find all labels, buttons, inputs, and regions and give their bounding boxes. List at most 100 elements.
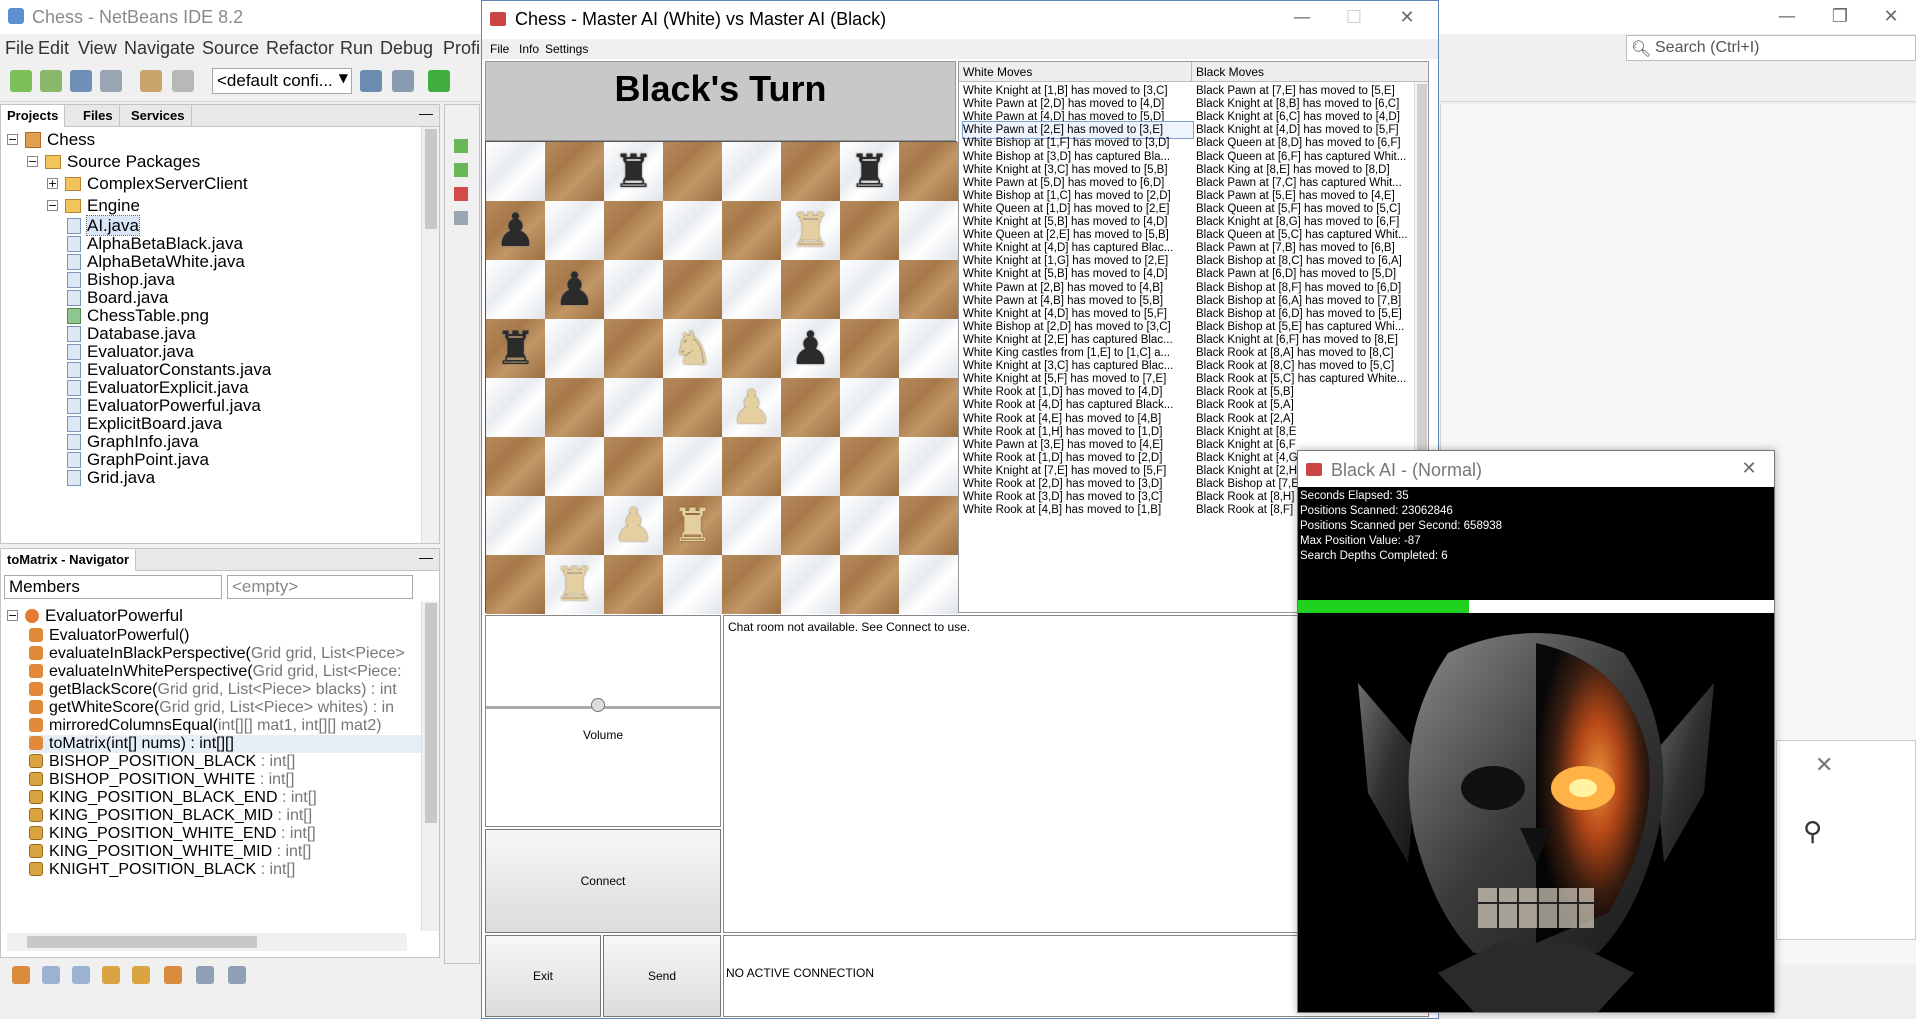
board-square[interactable] bbox=[486, 555, 545, 614]
board-square[interactable] bbox=[781, 260, 840, 319]
tree-file-item[interactable]: EvaluatorConstants.java bbox=[67, 361, 271, 379]
menu-run[interactable]: Run bbox=[340, 38, 373, 59]
board-square[interactable] bbox=[899, 142, 958, 201]
minimize-icon[interactable]: — bbox=[1287, 5, 1317, 31]
navigator-member-row[interactable]: evaluateInBlackPerspective(Grid grid, Li… bbox=[29, 645, 421, 663]
navigator-member-row[interactable]: KING_POSITION_BLACK_MID : int[] bbox=[29, 807, 421, 825]
board-square[interactable] bbox=[545, 437, 604, 496]
board-square[interactable] bbox=[899, 496, 958, 555]
board-square[interactable] bbox=[545, 319, 604, 378]
board-square[interactable] bbox=[899, 555, 958, 614]
board-square[interactable] bbox=[663, 201, 722, 260]
board-square[interactable] bbox=[899, 319, 958, 378]
filter-icon[interactable] bbox=[42, 966, 60, 984]
tree-file-item[interactable]: Database.java bbox=[67, 325, 196, 343]
tree-file-item[interactable]: EvaluatorExplicit.java bbox=[67, 379, 249, 397]
board-square[interactable] bbox=[781, 378, 840, 437]
tab-navigator[interactable]: toMatrix - Navigator bbox=[1, 549, 137, 571]
column-header-black-moves[interactable]: Black Moves bbox=[1192, 62, 1428, 82]
board-square[interactable] bbox=[840, 260, 899, 319]
filter-icon[interactable] bbox=[12, 966, 30, 984]
navigator-member-row[interactable]: EvaluatorPowerful() bbox=[29, 627, 421, 645]
board-square[interactable] bbox=[899, 437, 958, 496]
navigator-scrollbar[interactable] bbox=[421, 601, 439, 931]
white-rook-icon[interactable]: ♜ bbox=[663, 496, 722, 555]
white-rook-icon[interactable]: ♜ bbox=[781, 201, 840, 260]
board-square[interactable] bbox=[840, 437, 899, 496]
board-square[interactable] bbox=[663, 555, 722, 614]
board-square[interactable] bbox=[840, 555, 899, 614]
board-square[interactable] bbox=[722, 260, 781, 319]
menu-source[interactable]: Source bbox=[202, 38, 259, 59]
close-icon[interactable]: ✕ bbox=[1876, 4, 1906, 30]
build-icon[interactable] bbox=[360, 70, 382, 92]
board-square[interactable] bbox=[663, 260, 722, 319]
tab-projects[interactable]: Projects bbox=[1, 105, 66, 127]
board-square[interactable] bbox=[899, 260, 958, 319]
undo-icon[interactable] bbox=[140, 70, 162, 92]
menu-settings[interactable]: Settings bbox=[545, 42, 588, 56]
new-project-icon[interactable] bbox=[40, 70, 62, 92]
tree-file-item[interactable]: ExplicitBoard.java bbox=[67, 415, 222, 433]
board-square[interactable] bbox=[486, 142, 545, 201]
navigator-member-row[interactable]: getBlackScore(Grid grid, List<Piece> bla… bbox=[29, 681, 421, 699]
board-square[interactable] bbox=[781, 142, 840, 201]
restore-icon[interactable]: ❐ bbox=[1825, 4, 1855, 30]
white-rook-icon[interactable]: ♜ bbox=[545, 555, 604, 614]
navigator-member-row[interactable]: evaluateInWhitePerspective(Grid grid, Li… bbox=[29, 663, 421, 681]
column-header-white-moves[interactable]: White Moves bbox=[959, 62, 1192, 82]
tree-file-item[interactable]: Bishop.java bbox=[67, 271, 175, 289]
tree-file-item[interactable]: EvaluatorPowerful.java bbox=[67, 397, 261, 415]
board-square[interactable] bbox=[663, 437, 722, 496]
menu-navigate[interactable]: Navigate bbox=[124, 38, 195, 59]
open-project-icon[interactable] bbox=[70, 70, 92, 92]
black-pawn-icon[interactable]: ♟ bbox=[545, 260, 604, 319]
scrollbar-thumb[interactable] bbox=[1417, 84, 1427, 454]
board-square[interactable] bbox=[545, 201, 604, 260]
close-icon[interactable]: ✕ bbox=[1815, 753, 1833, 778]
collapse-icon[interactable]: − bbox=[27, 156, 38, 167]
tree-source-packages[interactable]: − Source Packages bbox=[27, 151, 200, 173]
tree-file-item[interactable]: Board.java bbox=[67, 289, 168, 307]
tree-file-item[interactable]: AlphaBetaBlack.java bbox=[67, 235, 243, 253]
collapse-icon[interactable]: − bbox=[7, 134, 18, 145]
board-square[interactable] bbox=[545, 142, 604, 201]
tree-file-item[interactable]: ChessTable.png bbox=[67, 307, 209, 325]
navigator-member-row[interactable]: KING_POSITION_WHITE_MID : int[] bbox=[29, 843, 421, 861]
tree-file-item[interactable]: Grid.java bbox=[67, 469, 155, 487]
navigator-class-row[interactable]: − EvaluatorPowerful bbox=[7, 605, 183, 627]
volume-slider-knob[interactable] bbox=[591, 698, 605, 712]
filter-icon[interactable] bbox=[164, 966, 182, 984]
run-icon[interactable] bbox=[428, 70, 450, 92]
board-square[interactable] bbox=[604, 260, 663, 319]
board-square[interactable] bbox=[604, 555, 663, 614]
menu-info[interactable]: Info bbox=[519, 42, 539, 56]
navigator-member-row[interactable]: mirroredColumnsEqual(int[][] mat1, int[]… bbox=[29, 717, 421, 735]
black-pawn-icon[interactable]: ♟ bbox=[486, 201, 545, 260]
board-square[interactable] bbox=[545, 378, 604, 437]
navigator-member-row[interactable]: BISHOP_POSITION_BLACK : int[] bbox=[29, 753, 421, 771]
menu-file[interactable]: File bbox=[490, 42, 509, 56]
close-icon[interactable]: ✕ bbox=[1392, 5, 1422, 31]
projects-scrollbar[interactable] bbox=[421, 127, 439, 543]
board-square[interactable] bbox=[486, 260, 545, 319]
board-square[interactable] bbox=[722, 142, 781, 201]
tree-file-item[interactable]: AlphaBetaWhite.java bbox=[67, 253, 245, 271]
rerun-icon[interactable] bbox=[454, 163, 468, 177]
minimize-panel-icon[interactable]: — bbox=[419, 549, 433, 565]
tab-services[interactable]: Services bbox=[125, 105, 192, 127]
ide-search-input[interactable]: 🔍︎ Search (Ctrl+I) bbox=[1626, 35, 1916, 61]
tree-file-item[interactable]: GraphInfo.java bbox=[67, 433, 199, 451]
board-square[interactable] bbox=[722, 555, 781, 614]
clean-build-icon[interactable] bbox=[392, 70, 414, 92]
board-square[interactable] bbox=[722, 437, 781, 496]
navigator-member-row[interactable]: KNIGHT_POSITION_BLACK : int[] bbox=[29, 861, 421, 879]
board-square[interactable] bbox=[840, 496, 899, 555]
tree-package-complexserverclient[interactable]: + ComplexServerClient bbox=[47, 173, 248, 195]
collapse-icon[interactable]: − bbox=[47, 200, 58, 211]
tree-file-item[interactable]: Evaluator.java bbox=[67, 343, 194, 361]
board-square[interactable] bbox=[663, 378, 722, 437]
board-square[interactable] bbox=[722, 319, 781, 378]
tree-file-item[interactable]: GraphPoint.java bbox=[67, 451, 209, 469]
expand-icon[interactable]: + bbox=[47, 178, 58, 189]
